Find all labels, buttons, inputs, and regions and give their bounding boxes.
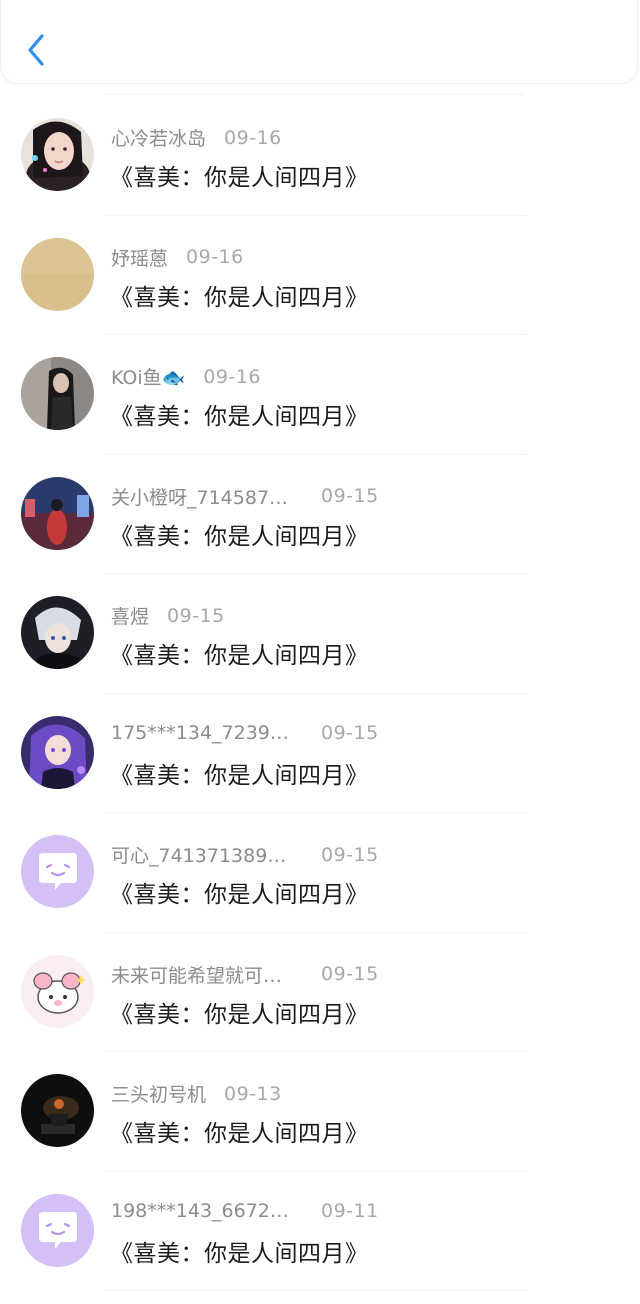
comment-meta: 198***143_6672… 09-11	[111, 1200, 378, 1222]
avatar[interactable]	[21, 237, 94, 311]
comment-title[interactable]: 《喜美：你是人间四月》	[110, 278, 369, 312]
list-item[interactable]: 未来可能希望就可… 09-15 《喜美：你是人间四月》	[0, 933, 640, 1052]
back-button[interactable]	[21, 30, 51, 70]
list-item[interactable]: 198***143_6672… 09-11 《喜美：你是人间四月》	[0, 1172, 640, 1291]
comment-title[interactable]: 《喜美：你是人间四月》	[110, 995, 369, 1029]
divider	[104, 1290, 526, 1291]
top-bar	[0, 0, 638, 84]
user-name[interactable]: 198***143_6672…	[111, 1200, 289, 1222]
comment-meta: KOi鱼🐟 09-16	[111, 363, 261, 390]
comment-title[interactable]: 《喜美：你是人间四月》	[110, 1114, 369, 1148]
comment-meta: 三头初号机 09-13	[111, 1080, 282, 1107]
avatar[interactable]	[21, 835, 94, 908]
user-name[interactable]: KOi鱼🐟	[111, 363, 185, 390]
list-item[interactable]: 可心_741371389… 09-15 《喜美：你是人间四月》	[0, 813, 640, 933]
user-name[interactable]: 三头初号机	[111, 1080, 206, 1107]
comment-date: 09-15	[321, 963, 379, 985]
list-item[interactable]: 妤瑶蒽 09-16 《喜美：你是人间四月》	[0, 216, 640, 335]
user-name[interactable]: 未来可能希望就可…	[111, 961, 282, 988]
comment-date: 09-16	[186, 246, 244, 268]
comment-list: 心冷若冰岛 09-16 《喜美：你是人间四月》 妤瑶蒽 09-16 《喜美：你是…	[0, 96, 640, 1291]
comment-date: 09-16	[203, 365, 262, 388]
comment-meta: 关小橙呀_714587… 09-15	[111, 483, 378, 510]
avatar[interactable]	[21, 715, 94, 789]
list-item[interactable]: 喜煜 09-15 《喜美：你是人间四月》	[0, 574, 640, 694]
comment-meta: 可心_741371389… 09-15	[111, 841, 378, 868]
comment-meta: 未来可能希望就可… 09-15	[111, 961, 378, 988]
comment-meta: 心冷若冰岛 09-16	[111, 124, 282, 151]
user-name[interactable]: 关小橙呀_714587…	[111, 483, 288, 510]
comment-title[interactable]: 《喜美：你是人间四月》	[110, 158, 369, 192]
list-item[interactable]: 心冷若冰岛 09-16 《喜美：你是人间四月》	[0, 96, 640, 216]
comment-meta: 妤瑶蒽 09-16	[111, 244, 244, 271]
list-item[interactable]: 三头初号机 09-13 《喜美：你是人间四月》	[0, 1052, 640, 1172]
chat-bubble-icon	[21, 835, 94, 908]
comment-title[interactable]: 《喜美：你是人间四月》	[110, 636, 369, 670]
comment-date: 09-16	[224, 126, 282, 149]
avatar[interactable]	[21, 1074, 94, 1147]
chat-bubble-icon	[21, 1193, 94, 1267]
avatar[interactable]	[21, 476, 94, 550]
list-item[interactable]: 175***134_7239… 09-15 《喜美：你是人间四月》	[0, 694, 640, 813]
avatar[interactable]	[21, 357, 94, 430]
comment-date: 09-15	[321, 485, 379, 507]
list-item[interactable]: 关小橙呀_714587… 09-15 《喜美：你是人间四月》	[0, 455, 640, 574]
comment-date: 09-15	[167, 604, 225, 627]
comment-date: 09-15	[321, 843, 379, 866]
chevron-left-icon	[28, 34, 44, 66]
user-name[interactable]: 可心_741371389…	[111, 841, 286, 868]
comment-title[interactable]: 《喜美：你是人间四月》	[110, 1234, 369, 1268]
user-name[interactable]: 喜煜	[111, 602, 149, 629]
avatar[interactable]	[21, 596, 94, 669]
comment-title[interactable]: 《喜美：你是人间四月》	[110, 517, 369, 551]
avatar[interactable]	[21, 118, 94, 191]
divider	[104, 94, 524, 95]
user-name[interactable]: 175***134_7239…	[111, 722, 289, 744]
avatar[interactable]	[21, 1193, 94, 1267]
comment-title[interactable]: 《喜美：你是人间四月》	[110, 756, 369, 790]
comment-meta: 喜煜 09-15	[111, 602, 225, 629]
user-name[interactable]: 妤瑶蒽	[111, 244, 168, 271]
list-item[interactable]: KOi鱼🐟 09-16 《喜美：你是人间四月》	[0, 335, 640, 455]
comment-date: 09-11	[321, 1199, 379, 1222]
comment-title[interactable]: 《喜美：你是人间四月》	[110, 875, 369, 909]
user-name[interactable]: 心冷若冰岛	[111, 124, 206, 151]
avatar[interactable]	[21, 954, 94, 1028]
comment-date: 09-13	[224, 1082, 282, 1105]
comment-date: 09-15	[321, 721, 379, 744]
comment-meta: 175***134_7239… 09-15	[111, 722, 378, 744]
comment-title[interactable]: 《喜美：你是人间四月》	[110, 397, 369, 431]
